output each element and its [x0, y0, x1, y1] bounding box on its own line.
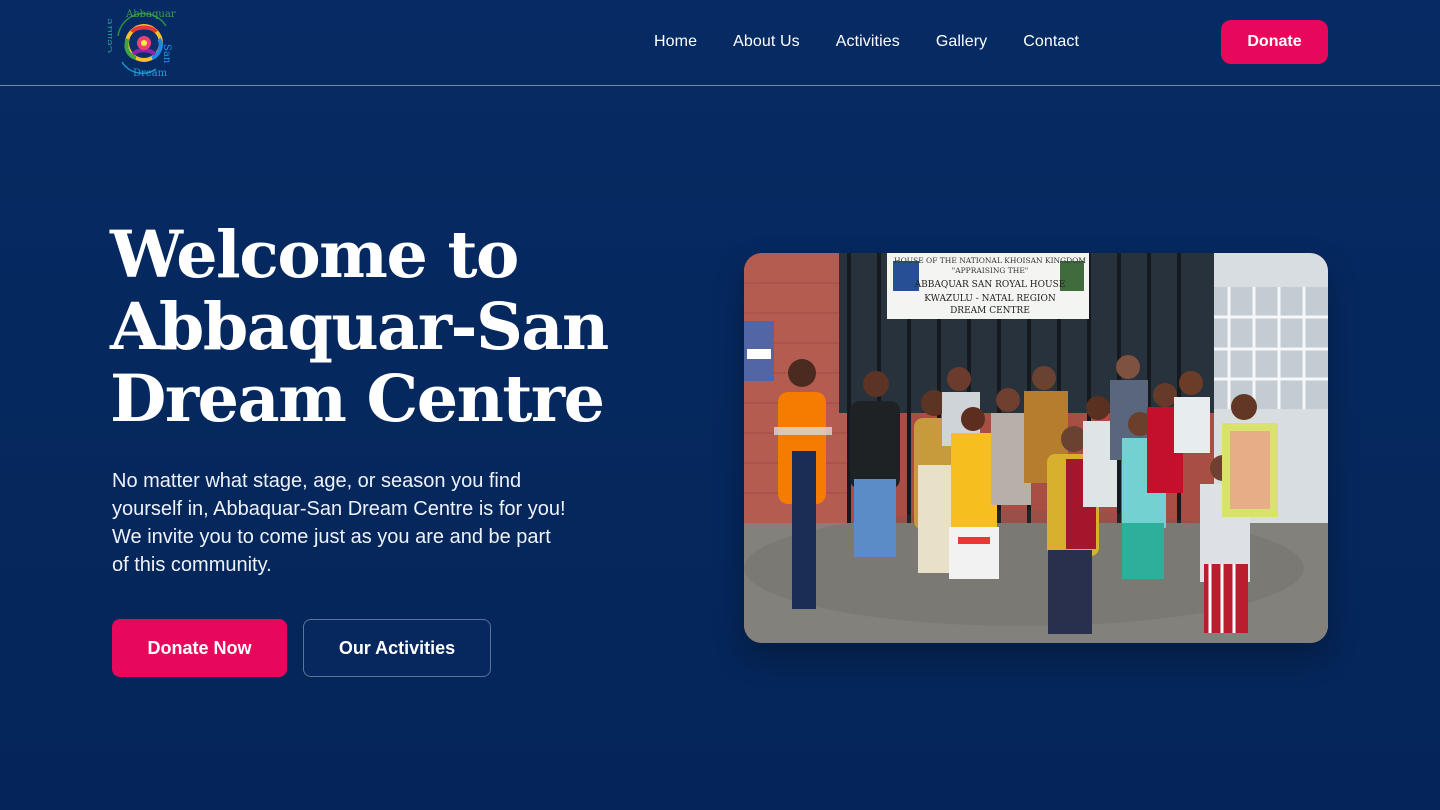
main-navigation: Home About Us Activities Gallery Contact	[636, 29, 1097, 55]
our-activities-button[interactable]: Our Activities	[303, 619, 491, 677]
nav-gallery[interactable]: Gallery	[918, 30, 1005, 54]
hero-title-line: Abbaquar-San	[110, 289, 609, 365]
logo-icon: Abbaquar San Dream Centre	[104, 9, 176, 79]
donate-now-button[interactable]: Donate Now	[112, 619, 287, 677]
hero-photo: HOUSE OF THE NATIONAL KHOISAN KINGDOM "A…	[744, 253, 1328, 643]
top-navbar: Abbaquar San Dream Centre Home About Us …	[0, 0, 1440, 86]
svg-text:Abbaquar: Abbaquar	[125, 9, 176, 20]
hero-description-line: yourself in, Abbaquar-San Dream Centre i…	[112, 498, 566, 520]
svg-text:Dream: Dream	[133, 68, 168, 78]
nav-contact[interactable]: Contact	[1005, 30, 1097, 54]
sign-line: HOUSE OF THE NATIONAL KHOISAN KINGDOM	[894, 256, 1086, 265]
page: Abbaquar San Dream Centre Home About Us …	[0, 0, 1440, 810]
svg-text:Centre: Centre	[108, 18, 115, 53]
nav-donate-button[interactable]: Donate	[1221, 20, 1328, 64]
hero-title-line: Welcome to	[110, 217, 519, 293]
sign-line: ABBAQUAR SAN ROYAL HOUSE	[914, 280, 1066, 290]
nav-activities[interactable]: Activities	[818, 30, 918, 54]
hero-description-line: of this community.	[112, 554, 272, 576]
svg-text:San: San	[161, 44, 172, 64]
hero-description: No matter what stage, age, or season you…	[112, 467, 632, 579]
community-group-photo: HOUSE OF THE NATIONAL KHOISAN KINGDOM "A…	[744, 253, 1328, 643]
sign-line: DREAM CENTRE	[950, 306, 1030, 316]
hero-title-line: Dream Centre	[110, 361, 605, 437]
site-logo[interactable]: Abbaquar San Dream Centre	[104, 8, 180, 79]
sign-line: KWAZULU - NATAL REGION	[924, 294, 1056, 304]
hero-description-line: We invite you to come just as you are an…	[112, 526, 551, 548]
hero-title: Welcome to Abbaquar-San Dream Centre	[110, 219, 680, 435]
nav-about-us[interactable]: About Us	[715, 30, 818, 54]
nav-home[interactable]: Home	[636, 30, 715, 54]
sign-line: "APPRAISING THE"	[952, 266, 1029, 275]
hero-description-line: No matter what stage, age, or season you…	[112, 470, 522, 492]
